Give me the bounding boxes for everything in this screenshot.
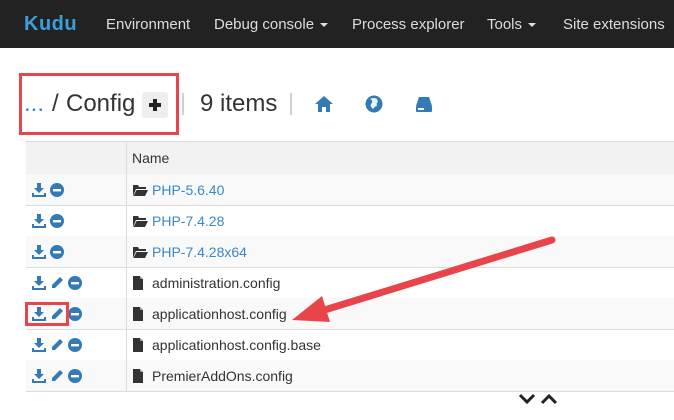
- entry-name[interactable]: PHP-7.4.28: [152, 213, 224, 229]
- nav-debug-console-label: Debug console: [214, 15, 315, 33]
- file-entry[interactable]: administration.config: [132, 275, 280, 291]
- column-divider: [126, 205, 127, 236]
- nav-site-extensions[interactable]: Site extensions: [563, 0, 665, 48]
- table-row[interactable]: PremierAddOns.config: [26, 360, 674, 392]
- download-icon[interactable]: [31, 213, 47, 229]
- highlight-box-actions: [25, 302, 69, 326]
- row-actions: [31, 367, 83, 385]
- divider: [182, 93, 184, 115]
- nav-debug-console[interactable]: Debug console: [214, 0, 329, 48]
- nav-process-explorer-label: Process explorer: [352, 15, 465, 33]
- folder-open-icon: [132, 245, 148, 259]
- delete-icon[interactable]: [49, 182, 65, 198]
- row-actions: [31, 336, 83, 354]
- table-row[interactable]: PHP-7.4.28: [26, 205, 674, 237]
- delete-icon[interactable]: [49, 213, 65, 229]
- folder-entry[interactable]: PHP-7.4.28x64: [132, 244, 247, 260]
- row-actions: [31, 181, 65, 199]
- file-icon: [132, 338, 146, 352]
- top-navbar: Kudu Environment Debug console Process e…: [0, 0, 674, 48]
- folder-open-icon: [132, 183, 148, 197]
- file-entry[interactable]: applicationhost.config: [132, 306, 287, 322]
- caret-down-icon: [320, 23, 329, 27]
- table-row[interactable]: applicationhost.config: [26, 298, 674, 330]
- highlight-box-breadcrumb: [19, 73, 179, 135]
- chevron-down-icon[interactable]: [518, 392, 536, 406]
- column-divider: [126, 142, 127, 174]
- edit-icon[interactable]: [49, 368, 65, 384]
- edit-icon[interactable]: [49, 275, 65, 291]
- column-divider: [126, 329, 127, 360]
- download-icon[interactable]: [31, 337, 47, 353]
- column-divider: [126, 174, 127, 205]
- table-row[interactable]: applicationhost.config.base: [26, 329, 674, 361]
- delete-icon[interactable]: [67, 306, 83, 322]
- nav-site-extensions-label: Site extensions: [563, 15, 665, 33]
- nav-tools[interactable]: Tools: [487, 0, 537, 48]
- entry-name: PremierAddOns.config: [152, 368, 293, 384]
- nav-environment-label: Environment: [106, 15, 191, 33]
- brand-text: Kudu: [24, 12, 78, 35]
- row-actions: [31, 212, 65, 230]
- row-actions: [31, 243, 65, 261]
- table-row[interactable]: PHP-5.6.40: [26, 174, 674, 206]
- column-divider: [126, 267, 127, 298]
- column-divider: [126, 360, 127, 391]
- nav-environment[interactable]: Environment: [106, 0, 190, 48]
- folder-entry[interactable]: PHP-7.4.28: [132, 213, 224, 229]
- divider: [290, 93, 292, 115]
- globe-icon[interactable]: [364, 94, 384, 114]
- chevron-up-icon[interactable]: [540, 392, 558, 406]
- entry-name: applicationhost.config.base: [152, 337, 321, 353]
- file-icon: [132, 307, 146, 321]
- entry-name[interactable]: PHP-5.6.40: [152, 182, 224, 198]
- items-count: 9 items: [200, 90, 278, 117]
- name-column-header[interactable]: Name: [132, 150, 169, 166]
- table-row[interactable]: PHP-7.4.28x64: [26, 236, 674, 268]
- entry-name: administration.config: [152, 275, 281, 291]
- column-divider: [126, 298, 127, 329]
- column-divider: [126, 236, 127, 267]
- folder-open-icon: [132, 214, 148, 228]
- caret-down-icon: [528, 23, 537, 27]
- download-icon[interactable]: [31, 275, 47, 291]
- entry-name: applicationhost.config: [152, 306, 287, 322]
- nav-process-explorer[interactable]: Process explorer: [352, 0, 465, 48]
- delete-icon[interactable]: [67, 275, 83, 291]
- home-icon[interactable]: [314, 94, 334, 114]
- row-actions: [31, 274, 83, 292]
- delete-icon[interactable]: [49, 244, 65, 260]
- table-header: Name: [26, 141, 674, 175]
- delete-icon[interactable]: [67, 337, 83, 353]
- edit-icon[interactable]: [49, 337, 65, 353]
- file-icon: [132, 276, 146, 290]
- kudu-logo[interactable]: Kudu: [24, 10, 77, 38]
- entry-name[interactable]: PHP-7.4.28x64: [152, 244, 247, 260]
- nav-tools-label: Tools: [487, 15, 523, 33]
- drive-icon[interactable]: [414, 94, 434, 114]
- file-icon: [132, 369, 146, 383]
- folder-entry[interactable]: PHP-5.6.40: [132, 182, 224, 198]
- download-icon[interactable]: [31, 182, 47, 198]
- file-entry[interactable]: applicationhost.config.base: [132, 337, 321, 353]
- download-icon[interactable]: [31, 244, 47, 260]
- delete-icon[interactable]: [67, 368, 83, 384]
- file-entry[interactable]: PremierAddOns.config: [132, 368, 293, 384]
- download-icon[interactable]: [31, 368, 47, 384]
- table-row[interactable]: administration.config: [26, 267, 674, 299]
